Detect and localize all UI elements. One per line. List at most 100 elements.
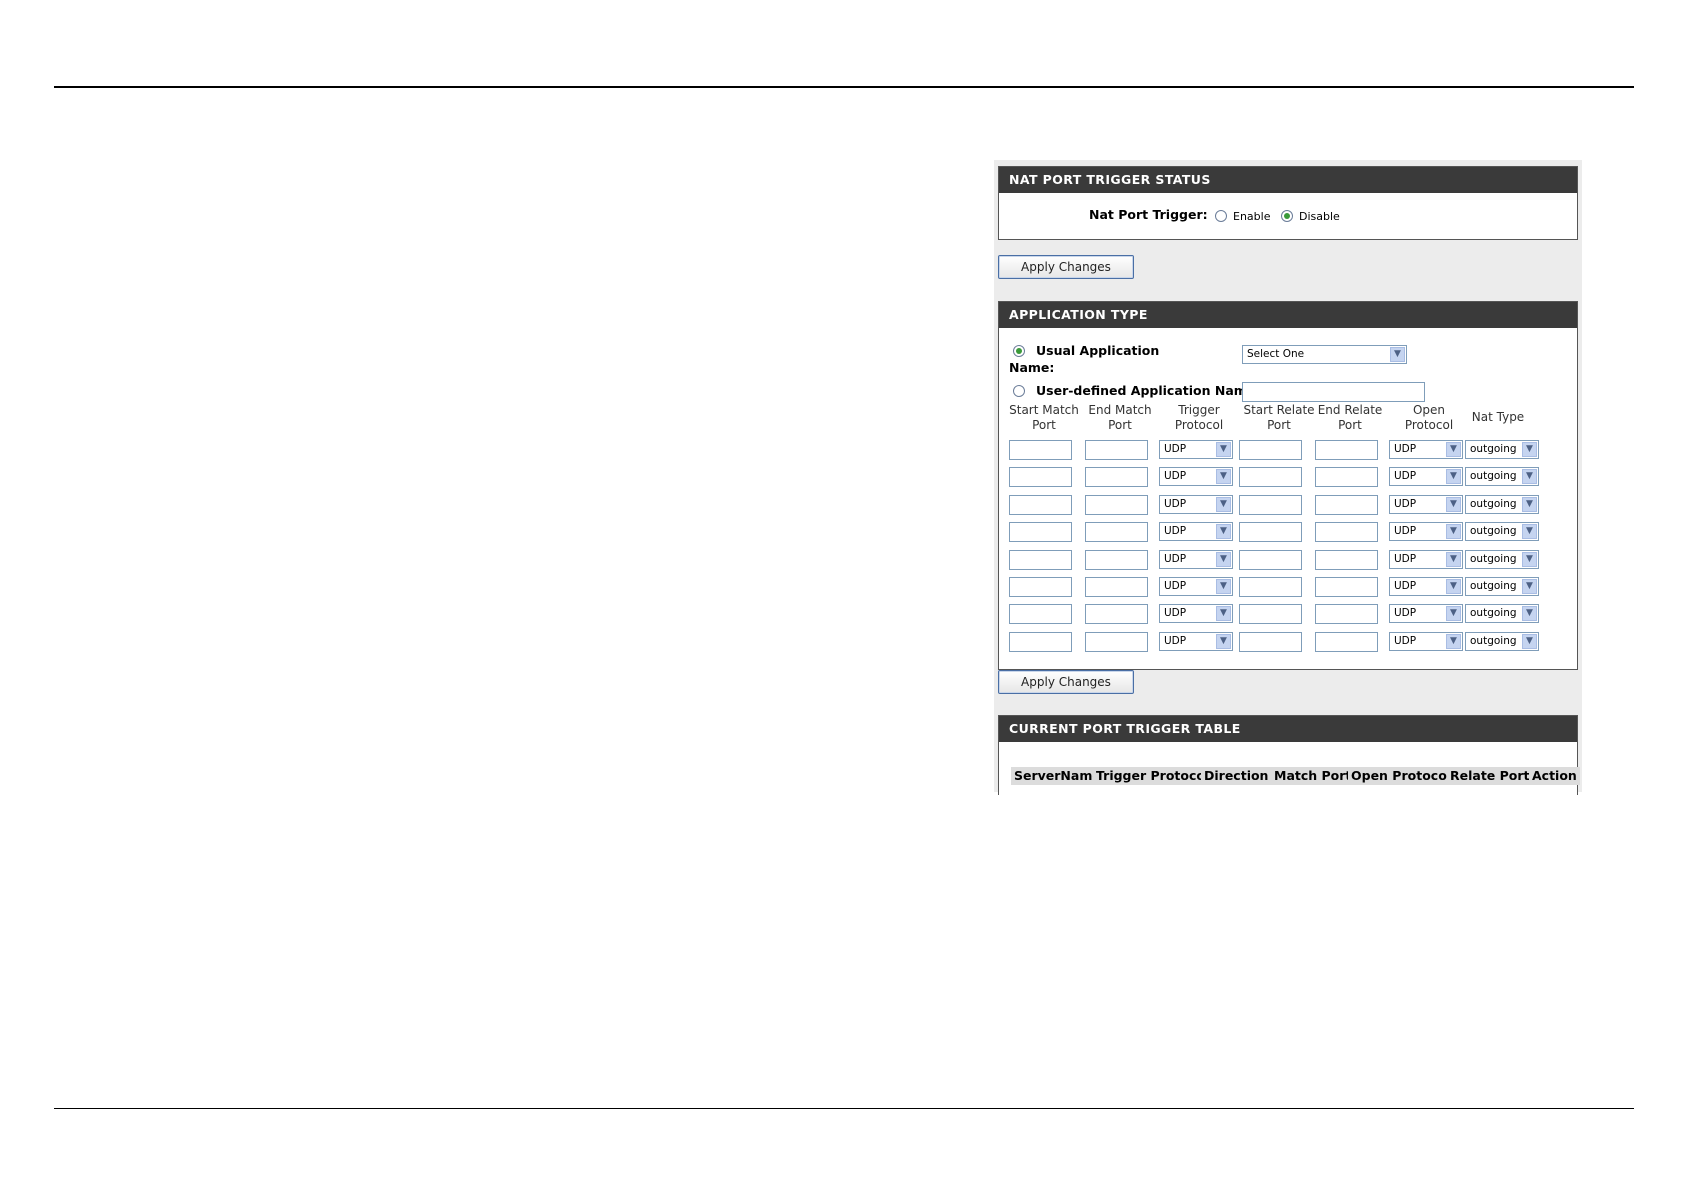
chevron-down-icon: ▼ [1446,524,1461,540]
table-panel-header: CURRENT PORT TRIGGER TABLE [999,716,1577,742]
trigger-protocol-select[interactable]: UDP ▼ [1159,467,1233,487]
open-protocol-select-value: UDP [1394,580,1417,592]
disable-radio[interactable] [1281,210,1293,222]
open-protocol-select[interactable]: UDP ▼ [1389,577,1463,596]
end-relate-port-input[interactable] [1315,494,1378,515]
usual-application-name-label: Name: [1009,360,1055,375]
nat-type-select[interactable]: outgoing ▼ [1465,604,1539,624]
user-defined-name-input[interactable] [1242,382,1425,402]
apply-changes-button[interactable]: Apply Changes [998,255,1134,279]
end-match-port-input[interactable] [1085,440,1148,460]
end-match-port-input[interactable] [1085,604,1148,625]
nat-type-select[interactable]: outgoing ▼ [1465,440,1539,459]
trigger-protocol-select-value: UDP [1164,580,1187,592]
nat-type-select[interactable]: outgoing ▼ [1465,494,1539,514]
end-match-port-input[interactable] [1085,577,1148,597]
chevron-down-icon: ▼ [1216,551,1231,567]
open-protocol-select[interactable]: UDP ▼ [1389,604,1463,624]
nat-type-select[interactable]: outgoing ▼ [1465,522,1539,542]
chevron-down-icon: ▼ [1390,347,1405,362]
chevron-down-icon: ▼ [1446,469,1461,485]
open-protocol-select[interactable]: UDP ▼ [1389,440,1463,459]
open-protocol-select[interactable]: UDP ▼ [1389,549,1463,569]
start-match-port-input[interactable] [1009,549,1072,570]
end-match-port-input[interactable] [1085,494,1148,515]
open-protocol-select[interactable]: UDP ▼ [1389,522,1463,542]
apply-changes-button-2[interactable]: Apply Changes [998,670,1134,694]
start-match-port-input[interactable] [1009,631,1072,652]
chevron-down-icon: ▼ [1216,442,1231,457]
usual-application-select[interactable]: Select One ▼ [1242,345,1407,364]
end-relate-port-input[interactable] [1315,440,1378,460]
start-relate-port-input[interactable] [1239,494,1302,515]
start-match-port-input[interactable] [1009,604,1072,625]
end-relate-port-input[interactable] [1315,549,1378,570]
trigger-protocol-select[interactable]: UDP ▼ [1159,494,1233,514]
nat-type-select-value: outgoing [1470,497,1517,510]
table-column-header: Relate Port [1447,767,1533,785]
column-header-line1: End Relate [1317,403,1383,417]
end-match-port-input[interactable] [1085,467,1148,488]
trigger-protocol-select-value: UDP [1164,552,1187,565]
end-match-port-input[interactable] [1085,631,1148,652]
open-protocol-select[interactable]: UDP ▼ [1389,494,1463,514]
chevron-down-icon: ▼ [1522,524,1537,540]
trigger-protocol-select[interactable]: UDP ▼ [1159,522,1233,542]
table-column-header: Match Port [1271,767,1355,785]
trigger-protocol-select[interactable]: UDP ▼ [1159,549,1233,569]
start-relate-port-input[interactable] [1239,467,1302,488]
start-match-port-input[interactable] [1009,440,1072,460]
nat-type-select[interactable]: outgoing ▼ [1465,631,1539,651]
start-match-port-input[interactable] [1009,577,1072,597]
nat-type-select[interactable]: outgoing ▼ [1465,467,1539,487]
user-defined-label: User-defined Application Name: [1036,383,1261,398]
application-type-panel: APPLICATION TYPE Usual Application Name:… [998,301,1578,670]
open-protocol-select[interactable]: UDP ▼ [1389,467,1463,487]
chevron-down-icon: ▼ [1446,496,1461,512]
disable-label: Disable [1299,210,1340,223]
table-column-header: Trigger Protocol [1093,767,1213,785]
trigger-protocol-select[interactable]: UDP ▼ [1159,631,1233,651]
start-relate-port-input[interactable] [1239,577,1302,597]
usual-application-radio[interactable] [1013,345,1025,357]
end-match-port-input[interactable] [1085,549,1148,570]
usual-application-label: Usual Application [1036,343,1160,358]
enable-radio[interactable] [1215,210,1227,222]
end-relate-port-input[interactable] [1315,604,1378,625]
column-header: Start Match Port [1009,403,1079,433]
application-panel-header: APPLICATION TYPE [999,302,1577,328]
open-protocol-select-value: UDP [1394,443,1417,455]
end-relate-port-input[interactable] [1315,522,1378,543]
trigger-protocol-select-value: UDP [1164,607,1187,620]
end-match-port-input[interactable] [1085,522,1148,543]
trigger-protocol-select[interactable]: UDP ▼ [1159,440,1233,459]
nat-type-select[interactable]: outgoing ▼ [1465,577,1539,596]
nat-type-select-value: outgoing [1470,470,1517,483]
start-relate-port-input[interactable] [1239,440,1302,460]
end-relate-port-input[interactable] [1315,467,1378,488]
column-header-line1: Start Relate [1243,403,1315,417]
trigger-protocol-select-value: UDP [1164,443,1187,455]
nat-port-trigger-status-panel: NAT PORT TRIGGER STATUS Nat Port Trigger… [998,166,1578,240]
start-relate-port-input[interactable] [1239,631,1302,652]
nat-type-select[interactable]: outgoing ▼ [1465,549,1539,569]
trigger-protocol-select[interactable]: UDP ▼ [1159,577,1233,596]
start-relate-port-input[interactable] [1239,549,1302,570]
nat-type-select-value: outgoing [1470,607,1517,620]
start-match-port-input[interactable] [1009,494,1072,515]
column-header: End Relate Port [1315,403,1385,433]
start-match-port-input[interactable] [1009,522,1072,543]
open-protocol-select[interactable]: UDP ▼ [1389,631,1463,651]
chevron-down-icon: ▼ [1522,551,1537,567]
start-match-port-input[interactable] [1009,467,1072,488]
nat-type-select-value: outgoing [1470,443,1517,455]
user-defined-radio[interactable] [1013,385,1025,397]
start-relate-port-input[interactable] [1239,604,1302,625]
column-header: End Match Port [1085,403,1155,433]
end-relate-port-input[interactable] [1315,631,1378,652]
nat-type-select-value: outgoing [1470,552,1517,565]
start-relate-port-input[interactable] [1239,522,1302,543]
chevron-down-icon: ▼ [1522,442,1537,457]
end-relate-port-input[interactable] [1315,577,1378,597]
trigger-protocol-select[interactable]: UDP ▼ [1159,604,1233,624]
